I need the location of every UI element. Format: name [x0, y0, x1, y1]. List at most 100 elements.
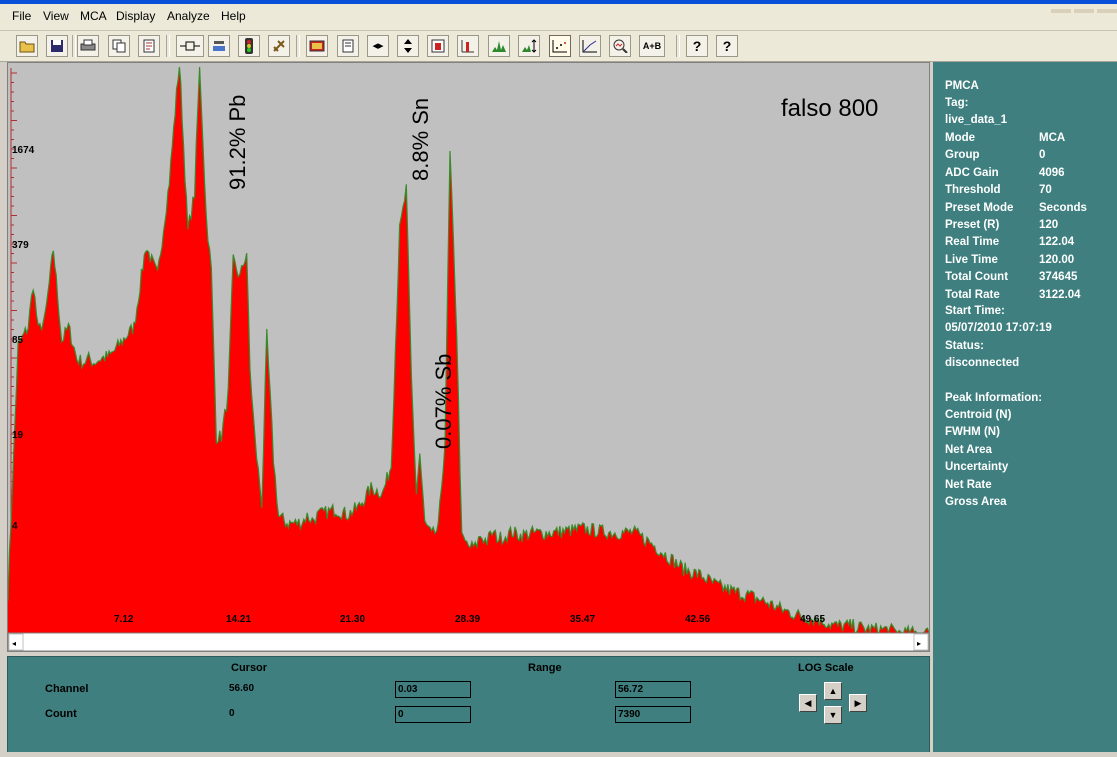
info-label: Group — [945, 149, 980, 162]
help-icon[interactable]: ? — [686, 35, 708, 57]
print-icon[interactable] — [77, 35, 99, 57]
sum-icon[interactable]: A+B — [639, 35, 665, 57]
sample-label: falso 800 — [781, 95, 878, 122]
info-label: Preset Mode — [945, 201, 1014, 214]
chevron-left-icon: ◂ — [12, 639, 16, 648]
x-tick-label: 14.21 — [226, 614, 251, 625]
channel-label: Channel — [45, 683, 89, 695]
log-scale-left-button[interactable]: ◀ — [799, 694, 817, 712]
spectrum-plot-pane[interactable]: 1674 379 85 19 4 7.12 14.21 21.30 28.39 … — [7, 62, 930, 652]
range-count-low-field[interactable]: 0 — [395, 706, 471, 723]
peak-info-row: Uncertainty — [945, 461, 1009, 474]
report-icon[interactable] — [138, 35, 160, 57]
window-controls — [1048, 0, 1117, 18]
range-channel-low-field[interactable]: 0.03 — [395, 681, 471, 698]
menu-display[interactable]: Display — [116, 9, 155, 23]
start-time-value: 05/07/2010 17:07:19 — [945, 322, 1052, 334]
peak-plot-icon[interactable] — [488, 35, 510, 57]
cursor-range-panel: Cursor Range LOG Scale Channel Count 56.… — [7, 656, 930, 754]
peak-info-label: Peak Information: — [945, 392, 1043, 404]
autoscale-icon[interactable] — [518, 35, 540, 57]
info-label: Total Count — [945, 271, 1009, 284]
y-tick-label: 19 — [12, 430, 24, 441]
arrow-down-icon: ▼ — [828, 710, 838, 720]
range-header: Range — [528, 662, 562, 674]
sb-peak-label: 0.07% Sb — [431, 354, 456, 449]
minimize-button[interactable] — [1051, 9, 1071, 13]
tag-value: live_data_1 — [945, 114, 1008, 126]
x-tick-label: 35.47 — [570, 614, 595, 625]
info-value: Seconds — [1039, 201, 1087, 214]
info-value: MCA — [1039, 132, 1066, 144]
chevron-right-icon: ▸ — [917, 639, 921, 648]
info-value: 122.04 — [1039, 236, 1075, 249]
dot-plot-icon[interactable] — [549, 35, 571, 57]
horizontal-scrollbar[interactable]: ◂ ▸ — [7, 632, 930, 652]
scrollbar-track[interactable] — [7, 632, 930, 652]
info-value: 4096 — [1039, 166, 1065, 179]
pb-peak-label: 91.2% Pb — [225, 95, 250, 190]
status-value: disconnected — [945, 357, 1020, 369]
copy-icon[interactable] — [108, 35, 130, 57]
traffic-light-icon[interactable] — [238, 35, 260, 57]
menu-help[interactable]: Help — [221, 9, 246, 23]
menu-mca[interactable]: MCA — [80, 9, 107, 23]
y-tick-label: 379 — [12, 240, 29, 251]
spectrum-plot[interactable]: 1674 379 85 19 4 7.12 14.21 21.30 28.39 … — [7, 63, 930, 652]
maximize-button[interactable] — [1074, 9, 1094, 13]
peak-info-row: Net Rate — [945, 478, 992, 491]
close-button[interactable] — [1097, 9, 1117, 13]
status-strip — [0, 752, 1117, 757]
status-label: Status: — [945, 340, 984, 352]
sn-peak-label: 8.8% Sn — [408, 98, 433, 181]
info-label: Mode — [945, 132, 976, 144]
info-value: 70 — [1039, 184, 1052, 197]
app-name: PMCA — [945, 80, 979, 92]
range-channel-high-field[interactable]: 56.72 — [615, 681, 691, 698]
open-icon[interactable] — [16, 35, 38, 57]
range-count-high-field[interactable]: 7390 — [615, 706, 691, 723]
y-tick-label: 85 — [12, 335, 24, 346]
menu-analyze[interactable]: Analyze — [167, 9, 210, 23]
fit-icon[interactable] — [427, 35, 449, 57]
connect-icon[interactable] — [176, 35, 204, 57]
info-panel: PMCA Tag: live_data_1 Mode MCA Group 0 ADC G… — [933, 62, 1117, 757]
bar-plot-icon[interactable] — [457, 35, 479, 57]
clear-icon[interactable] — [268, 35, 290, 57]
log-scale-down-button[interactable]: ▼ — [824, 706, 842, 724]
arrow-up-icon: ▲ — [828, 686, 838, 696]
count-label: Count — [45, 708, 77, 720]
page-icon[interactable] — [337, 35, 359, 57]
line-plot-icon[interactable] — [579, 35, 601, 57]
tag-label: Tag: — [945, 97, 969, 109]
info-label: ADC Gain — [945, 166, 999, 179]
expand-vertical-icon[interactable] — [397, 35, 419, 57]
arrow-right-icon: ▶ — [854, 698, 862, 708]
cursor-channel-value: 56.60 — [229, 683, 255, 694]
info-value: 120 — [1039, 219, 1059, 231]
cursor-header: Cursor — [231, 662, 268, 674]
log-scale-header: LOG Scale — [798, 662, 854, 674]
menu-view[interactable]: View — [43, 9, 69, 23]
cursor-count-value: 0 — [229, 708, 235, 719]
context-help-icon[interactable]: ? — [716, 35, 738, 57]
info-value: 374645 — [1039, 271, 1078, 284]
zoom-icon[interactable] — [609, 35, 631, 57]
x-tick-label: 42.56 — [685, 614, 710, 625]
expand-horizontal-icon[interactable]: ◂▸ — [367, 35, 389, 57]
start-time-label: Start Time: — [945, 305, 1005, 317]
info-value: 120.00 — [1039, 253, 1075, 266]
x-tick-label: 28.39 — [455, 614, 480, 625]
save-icon[interactable] — [46, 35, 68, 57]
log-scale-up-button[interactable]: ▲ — [824, 682, 842, 700]
acquire-icon[interactable] — [208, 35, 230, 57]
menu-file[interactable]: File — [12, 9, 31, 23]
y-tick-label: 4 — [12, 521, 18, 532]
info-label: Preset (R) — [945, 219, 1000, 231]
x-tick-label: 7.12 — [114, 614, 134, 625]
info-label: Real Time — [945, 236, 1000, 249]
log-scale-right-button[interactable]: ▶ — [849, 694, 867, 712]
window-title-strip — [0, 0, 1117, 4]
peak-info-row: Gross Area — [945, 496, 1007, 508]
spectrum-color-icon[interactable] — [306, 35, 328, 57]
